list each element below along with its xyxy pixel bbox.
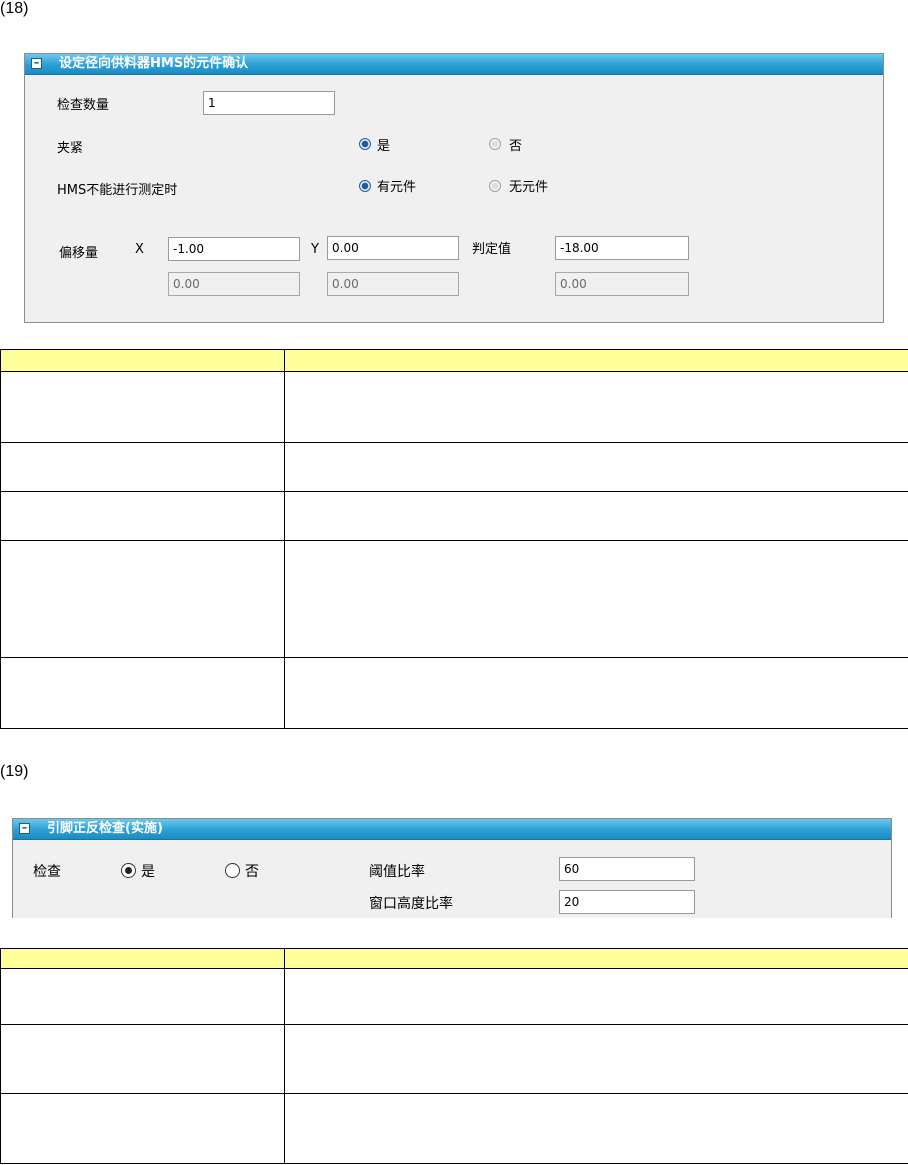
- component-check-panel: – 设定径向供料器HMS的元件确认 检查数量 1 夹紧 是 否 HMS不能进行测…: [24, 53, 884, 323]
- check-yes-label: 是: [141, 864, 155, 880]
- offset-x-input[interactable]: -1.00: [168, 237, 300, 261]
- table-row: [0, 371, 908, 443]
- judge-value-label: 判定值: [472, 242, 512, 257]
- check-yes-radio[interactable]: [121, 863, 136, 878]
- clamp-yes-label: 是: [377, 139, 391, 154]
- threshold-ratio-input[interactable]: 60: [559, 857, 695, 881]
- section-19-number: (19): [0, 763, 29, 780]
- description-table-18: [0, 349, 908, 729]
- check-count-input[interactable]: 1: [203, 91, 335, 115]
- clamp-no-radio[interactable]: [489, 138, 501, 150]
- table-cell: [0, 1024, 285, 1094]
- no-component-radio[interactable]: [489, 180, 501, 192]
- clamp-no-label: 否: [509, 139, 523, 154]
- check-label: 检查: [33, 864, 61, 880]
- table-cell: [0, 491, 285, 541]
- table-cell: [0, 1093, 285, 1164]
- table-cell: [284, 1093, 908, 1164]
- check-no-radio[interactable]: [225, 863, 240, 878]
- table-cell: [0, 371, 285, 443]
- table-cell: [284, 968, 908, 1025]
- panel-header: – 引脚正反检查(实施): [13, 819, 891, 840]
- offset-x-label: X: [135, 242, 144, 257]
- table-header-row: [0, 948, 908, 969]
- window-height-ratio-label: 窗口高度比率: [369, 896, 453, 912]
- check-count-label: 检查数量: [57, 98, 110, 113]
- collapse-icon[interactable]: –: [31, 57, 42, 69]
- offset-y-readonly: 0.00: [327, 272, 459, 296]
- table-cell: [0, 442, 285, 492]
- has-component-label: 有元件: [377, 180, 417, 195]
- table-header-cell: [284, 948, 908, 969]
- threshold-ratio-label: 阈值比率: [369, 864, 425, 880]
- table-row: [0, 1093, 908, 1164]
- check-no-label: 否: [245, 864, 259, 880]
- panel-title: 引脚正反检查(实施): [47, 821, 163, 836]
- table-row: [0, 540, 908, 658]
- table-cell: [0, 657, 285, 729]
- table-cell: [0, 968, 285, 1025]
- table-cell: [284, 442, 908, 492]
- collapse-icon[interactable]: –: [19, 822, 30, 834]
- table-cell: [284, 657, 908, 729]
- hms-unmeasurable-label: HMS不能进行测定时: [57, 183, 178, 198]
- judge-value-input[interactable]: -18.00: [555, 236, 689, 260]
- offset-y-label: Y: [311, 242, 319, 257]
- offset-y-input[interactable]: 0.00: [327, 236, 459, 260]
- table-cell: [284, 1024, 908, 1094]
- panel-header: – 设定径向供料器HMS的元件确认: [25, 54, 883, 75]
- table-cell: [284, 540, 908, 658]
- panel-title: 设定径向供料器HMS的元件确认: [59, 56, 249, 71]
- table-header-cell: [0, 349, 285, 372]
- table-row: [0, 1024, 908, 1094]
- pin-check-panel: – 引脚正反检查(实施) 检查 是 否 阈值比率 60 窗口高度比率 20: [12, 818, 892, 918]
- table-cell: [0, 540, 285, 658]
- section-18-number: (18): [0, 0, 29, 17]
- table-row: [0, 442, 908, 492]
- table-row: [0, 657, 908, 729]
- clamp-label: 夹紧: [57, 141, 84, 156]
- clamp-yes-radio[interactable]: [359, 138, 371, 150]
- window-height-ratio-input[interactable]: 20: [559, 890, 695, 914]
- table-row: [0, 491, 908, 541]
- no-component-label: 无元件: [509, 180, 549, 195]
- table-header-cell: [0, 948, 285, 969]
- table-cell: [284, 371, 908, 443]
- table-row: [0, 968, 908, 1025]
- table-header-row: [0, 349, 908, 372]
- offset-label: 偏移量: [59, 246, 99, 261]
- table-header-cell: [284, 349, 908, 372]
- judge-value-readonly: 0.00: [555, 272, 689, 296]
- description-table-19: [0, 948, 908, 1164]
- offset-x-readonly: 0.00: [168, 272, 300, 296]
- table-cell: [284, 491, 908, 541]
- has-component-radio[interactable]: [359, 180, 371, 192]
